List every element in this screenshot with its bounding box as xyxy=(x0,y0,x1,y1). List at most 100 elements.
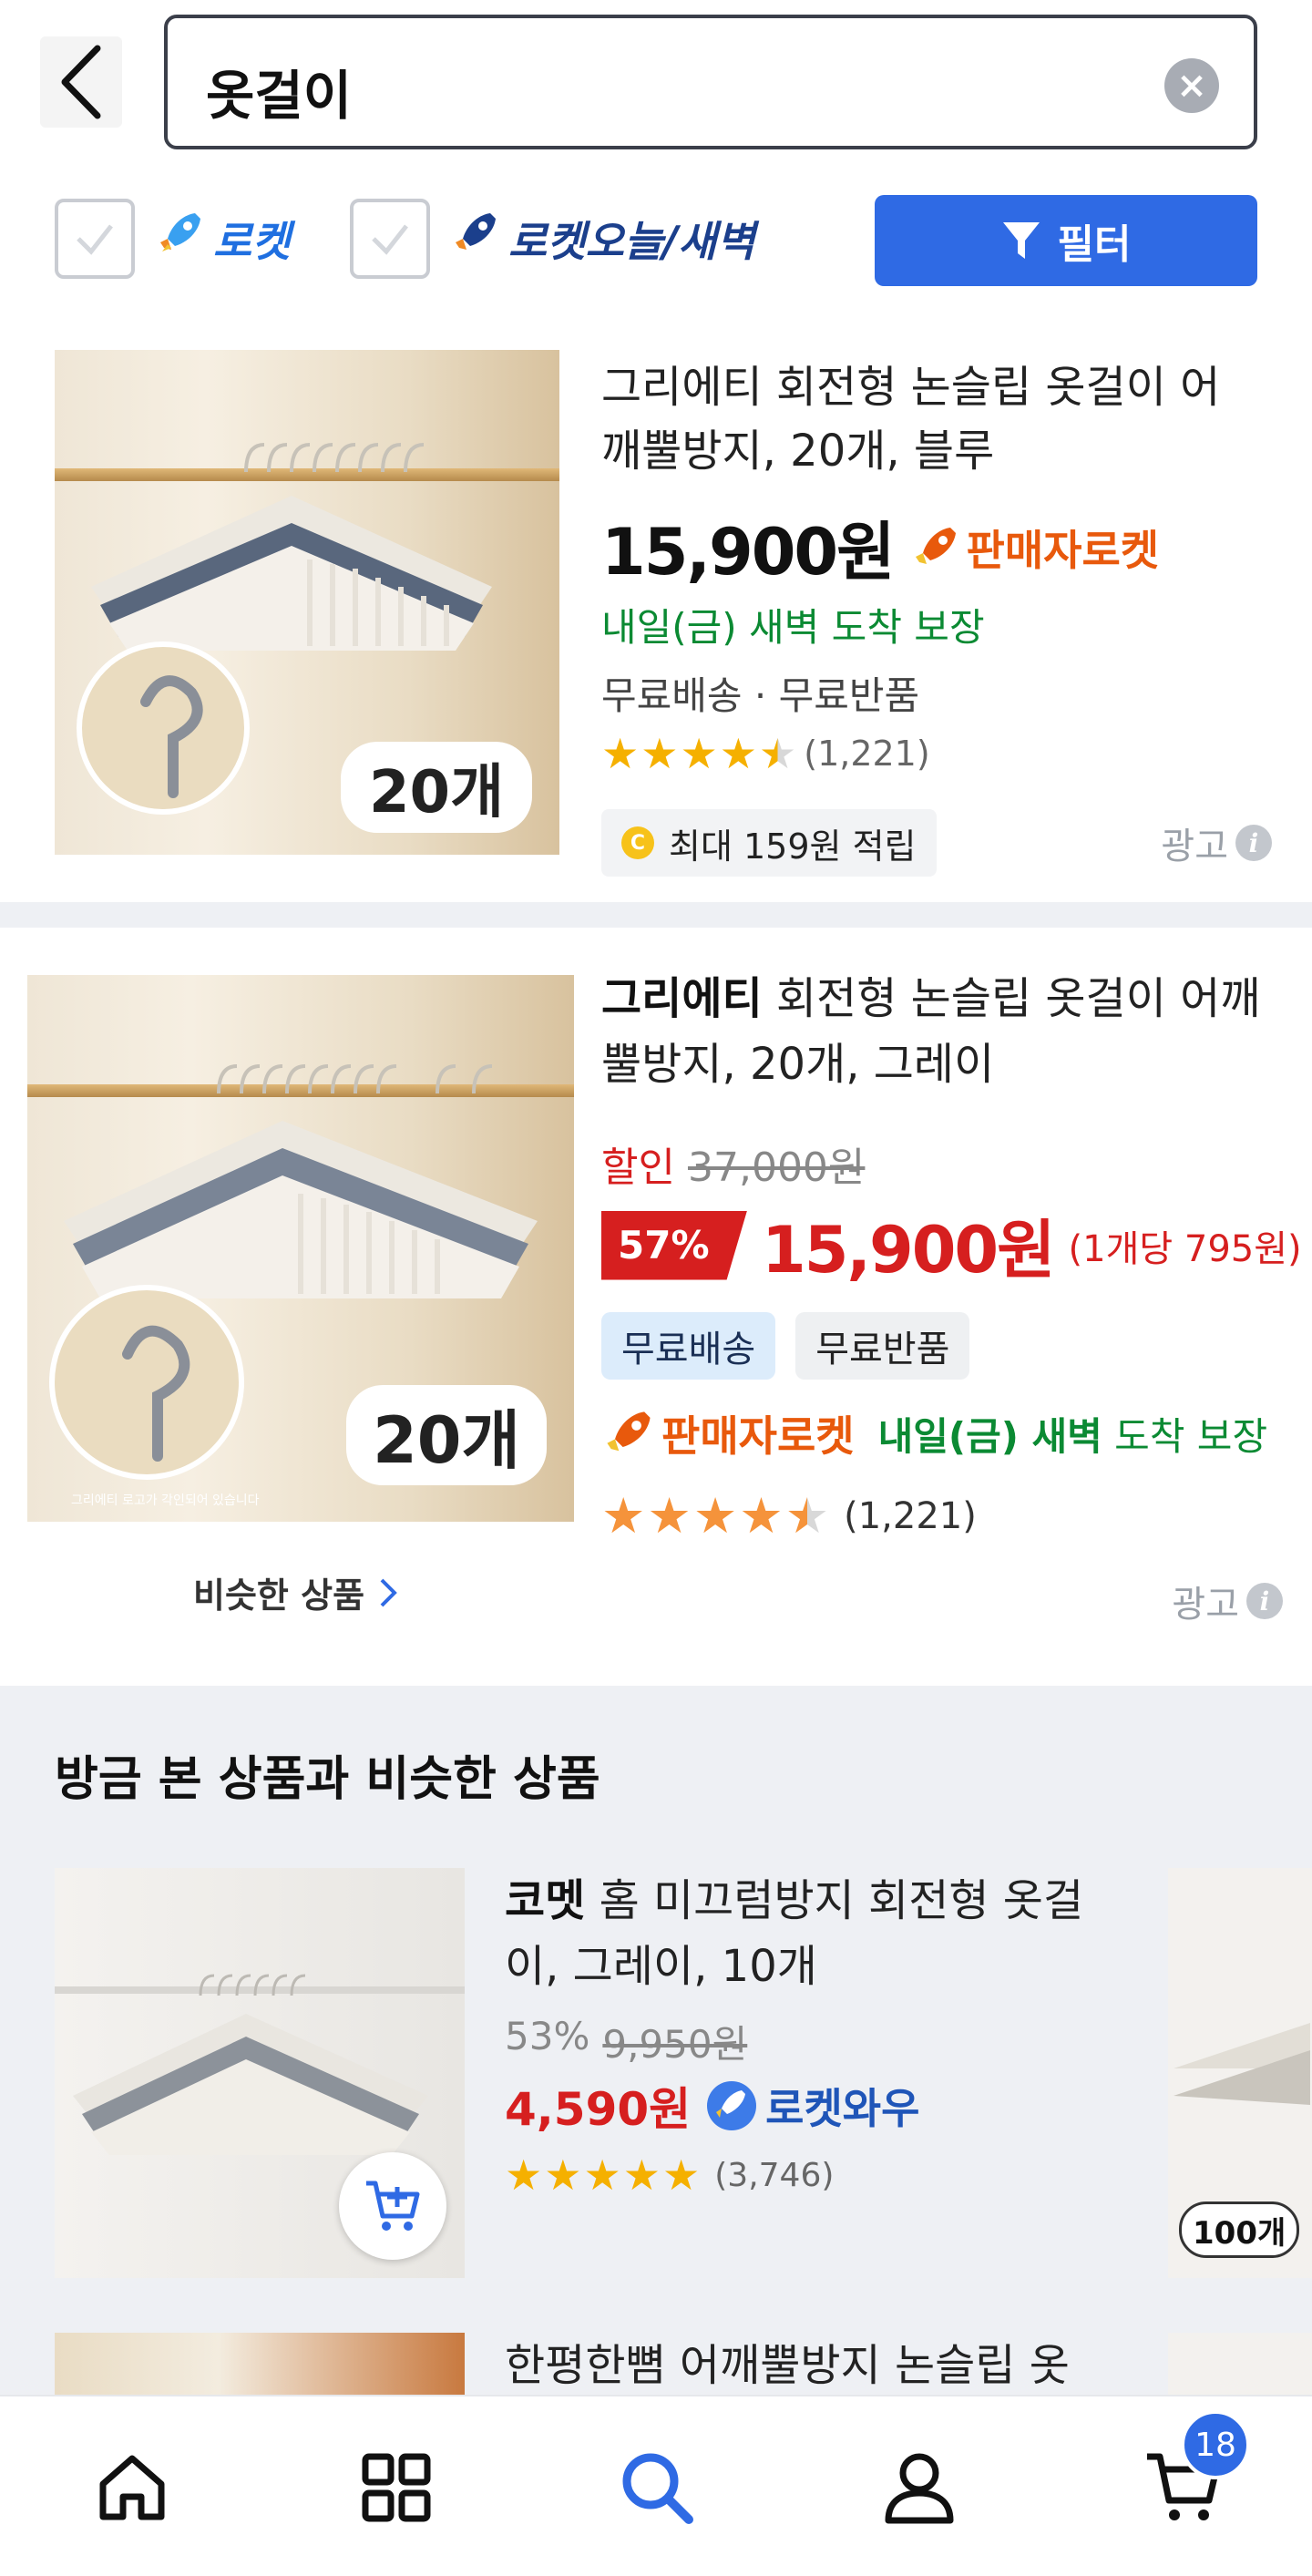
cart-plus-icon xyxy=(366,2181,420,2231)
recommended-product-image[interactable] xyxy=(55,1868,465,2278)
star-icon: ★ xyxy=(662,2150,701,2200)
nav-category[interactable] xyxy=(346,2437,446,2538)
chevron-left-icon xyxy=(61,45,101,119)
nav-search[interactable] xyxy=(607,2437,707,2538)
product-price: 4,590원 xyxy=(505,2083,692,2136)
check-icon xyxy=(77,224,113,255)
product-title[interactable]: 그리에티 회전형 논슬립 옷걸이 어깨뿔방지, 20개, 그레이 xyxy=(601,966,1294,1097)
product-price: 15,900원 xyxy=(601,515,896,590)
back-button[interactable] xyxy=(40,36,122,128)
seller-delivery-row: 판매자로켓 내일(금) 새벽 도착 보장 xyxy=(601,1403,1267,1463)
price-row: 4,590원 로켓와우 xyxy=(505,2073,919,2139)
star-icon: ★ xyxy=(622,2150,661,2200)
delivery-text: 도착 보장 xyxy=(1102,1413,1268,1459)
price-row: 15,900원 판매자로켓 xyxy=(601,501,1159,593)
rocket-label-text: 로켓 xyxy=(213,216,291,266)
original-price: 9,950원 xyxy=(602,2022,748,2067)
delivery-guarantee: 내일(금) 새벽 도착 보장 xyxy=(601,605,985,650)
rating-stars: ★ ★ ★ ★ ★ (1,221) xyxy=(601,729,930,778)
star-icon: ★ xyxy=(647,1487,692,1545)
star-icon: ★ xyxy=(739,1487,784,1545)
hook-closeup xyxy=(140,675,203,798)
free-return-tag: 무료반품 xyxy=(795,1312,970,1380)
recommended-product-image[interactable]: 100개 xyxy=(1168,1868,1312,2278)
search-input[interactable]: 옷걸이 × xyxy=(164,15,1257,149)
delivery-day: 내일(금) 새벽 xyxy=(877,1413,1102,1459)
header: 옷걸이 × xyxy=(0,0,1312,173)
product-card[interactable]: 20개 그리에티 로고가 각인되어 있습니다 그리에티 회전형 논슬립 옷걸이 … xyxy=(0,929,1312,1677)
rocket-fresh-filter-label[interactable]: 로켓오늘/새벽 xyxy=(450,208,755,269)
brand-name: 그리에티 xyxy=(601,973,763,1024)
delivery-guarantee: 내일(금) 새벽 도착 보장 xyxy=(878,1406,1267,1462)
free-shipping-tag: 무료배송 xyxy=(601,1312,776,1380)
rating-stars: ★ ★ ★ ★ ★ (1,221) xyxy=(601,1487,977,1545)
product-title[interactable]: 그리에티 회전형 논슬립 옷걸이 어깨뿔방지, 20개, 블루 xyxy=(601,355,1257,483)
product-image[interactable]: 20개 xyxy=(55,350,559,855)
star-half-icon: ★ xyxy=(759,729,797,778)
star-icon: ★ xyxy=(583,2150,621,2200)
seller-rocket-text: 판매자로켓 xyxy=(966,525,1160,575)
rocket-checkbox[interactable] xyxy=(55,199,135,279)
recommended-product-title[interactable]: 코멧 홈 미끄럼방지 회전형 옷걸이, 그레이, 10개 xyxy=(505,1868,1133,1999)
rocket-fresh-checkbox[interactable] xyxy=(350,199,430,279)
review-count: (1,221) xyxy=(804,734,930,774)
product-price: 15,900원 xyxy=(762,1213,1056,1288)
seller-rocket-badge: 판매자로켓 xyxy=(910,518,1160,578)
ad-label[interactable]: 광고 i xyxy=(1161,816,1272,869)
nav-cart[interactable]: 18 xyxy=(1133,2410,1250,2538)
review-count: (1,221) xyxy=(844,1494,977,1537)
rocket-icon xyxy=(607,1411,651,1452)
rocket-wow-icon xyxy=(707,2081,757,2130)
search-icon xyxy=(622,2453,693,2524)
rocket-filter-label[interactable]: 로켓 xyxy=(155,208,291,269)
recommended-product-image[interactable] xyxy=(55,2333,465,2396)
recommended-product-image[interactable] xyxy=(1168,2333,1312,2396)
quantity-badge: 20개 xyxy=(341,742,532,833)
bottom-navigation: 18 xyxy=(0,2395,1312,2576)
product-image[interactable]: 20개 그리에티 로고가 각인되어 있습니다 xyxy=(27,975,574,1522)
cashback-text: 최대 159원 적립 xyxy=(669,826,917,867)
rating-stars: ★ ★ ★ ★ ★ (3,746) xyxy=(505,2150,834,2200)
seller-rocket-text: 판매자로켓 xyxy=(661,1411,855,1461)
recommended-product-title[interactable]: 한평한뼘 어깨뿔방지 논슬립 옷 xyxy=(505,2333,1133,2398)
hook-closeup xyxy=(122,1325,190,1462)
star-icon: ★ xyxy=(641,729,679,778)
rocket-icon xyxy=(450,208,501,269)
ad-label-text: 광고 xyxy=(1161,826,1228,867)
star-icon: ★ xyxy=(601,729,640,778)
star-icon: ★ xyxy=(601,1487,646,1545)
ad-label[interactable]: 광고 i xyxy=(1172,1575,1283,1627)
quantity-badge: 100개 xyxy=(1179,2201,1300,2258)
funnel-icon xyxy=(1002,222,1040,259)
similar-products-link[interactable]: 비슷한 상품 xyxy=(193,1567,399,1617)
add-to-cart-button[interactable] xyxy=(339,2152,446,2260)
star-icon: ★ xyxy=(719,729,757,778)
filter-button-label: 필터 xyxy=(1057,221,1132,268)
tag-row: 무료배송 무료반품 xyxy=(601,1312,970,1380)
star-half-icon: ★ xyxy=(784,1487,830,1545)
shipping-info: 무료배송 · 무료반품 xyxy=(601,673,920,718)
rocket-wow-badge: 로켓와우 xyxy=(705,2076,919,2136)
product-card[interactable]: 20개 그리에티 회전형 논슬립 옷걸이 어깨뿔방지, 20개, 블루 15,9… xyxy=(0,346,1312,902)
clear-search-button[interactable]: × xyxy=(1164,58,1219,113)
discount-percent: 53% xyxy=(505,2014,590,2058)
info-icon: i xyxy=(1246,1583,1283,1619)
ad-label-text: 광고 xyxy=(1172,1584,1239,1626)
nav-my[interactable] xyxy=(869,2437,969,2538)
category-icon xyxy=(362,2453,431,2522)
home-icon xyxy=(99,2455,165,2520)
coin-icon: C xyxy=(621,826,654,859)
filter-button[interactable]: 필터 xyxy=(875,195,1257,286)
discount-percent-badge: 57% xyxy=(601,1210,747,1280)
star-icon: ★ xyxy=(692,1487,738,1545)
rocket-icon xyxy=(915,527,956,564)
nav-home[interactable] xyxy=(82,2437,182,2538)
rocket-fresh-label-text: 로켓오늘/새벽 xyxy=(508,216,755,266)
star-icon: ★ xyxy=(680,729,718,778)
title-text: 홈 미끄럼방지 회전형 옷걸이, 그레이, 10개 xyxy=(505,1875,1084,1992)
image-caption: 그리에티 로고가 각인되어 있습니다 xyxy=(71,1493,260,1508)
check-icon xyxy=(372,224,408,255)
star-icon: ★ xyxy=(505,2150,543,2200)
star-icon: ★ xyxy=(544,2150,582,2200)
rocket-wow-text: 로켓와우 xyxy=(765,2084,920,2133)
